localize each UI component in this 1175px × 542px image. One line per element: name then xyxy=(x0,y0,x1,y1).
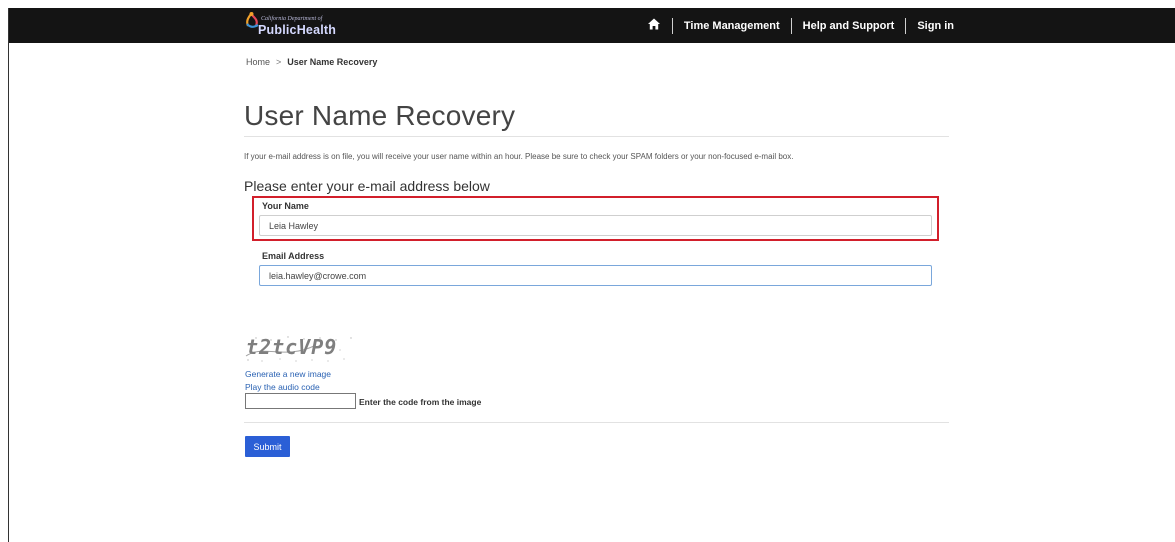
cdph-logo[interactable]: California Department of PublicHealth xyxy=(242,11,342,41)
form-subtitle: Please enter your e-mail address below xyxy=(244,178,490,194)
nav-divider xyxy=(905,17,907,34)
breadcrumb: Home > User Name Recovery xyxy=(246,57,377,67)
captcha-code-label: Enter the code from the image xyxy=(359,397,482,407)
logo-public-health-text: PublicHealth xyxy=(258,23,337,37)
info-text: If your e-mail address is on file, you w… xyxy=(244,152,794,161)
captcha-image: t2tcVP9 xyxy=(244,334,356,364)
logo-department-text: California Department of xyxy=(261,16,323,22)
nav-help-and-support[interactable]: Help and Support xyxy=(803,20,895,32)
page-title: User Name Recovery xyxy=(244,100,516,131)
your-name-input[interactable] xyxy=(259,215,932,236)
nav-time-management[interactable]: Time Management xyxy=(684,20,780,32)
nav-divider xyxy=(671,17,673,34)
generate-new-image-link[interactable]: Generate a new image xyxy=(245,369,331,379)
title-divider xyxy=(244,136,949,137)
page-frame: California Department of PublicHealth Ti… xyxy=(8,8,1175,542)
email-address-label: Email Address xyxy=(262,251,325,261)
email-address-input[interactable] xyxy=(259,265,932,286)
nav-sign-in[interactable]: Sign in xyxy=(917,20,954,32)
breadcrumb-current: User Name Recovery xyxy=(287,57,378,67)
nav-home-link[interactable] xyxy=(647,17,661,34)
captcha-code-text: t2tcVP9 xyxy=(246,335,338,359)
form-divider xyxy=(244,422,949,423)
play-audio-code-link[interactable]: Play the audio code xyxy=(245,382,320,392)
top-navigation-bar: California Department of PublicHealth Ti… xyxy=(9,8,1175,43)
nav-divider xyxy=(790,17,792,34)
breadcrumb-separator: > xyxy=(276,57,282,67)
your-name-label: Your Name xyxy=(262,201,309,211)
submit-button[interactable]: Submit xyxy=(245,436,290,457)
main-nav: Time Management Help and Support Sign in xyxy=(647,8,954,43)
breadcrumb-home[interactable]: Home xyxy=(246,57,270,67)
home-icon xyxy=(647,18,660,30)
captcha-code-input[interactable] xyxy=(245,393,356,409)
